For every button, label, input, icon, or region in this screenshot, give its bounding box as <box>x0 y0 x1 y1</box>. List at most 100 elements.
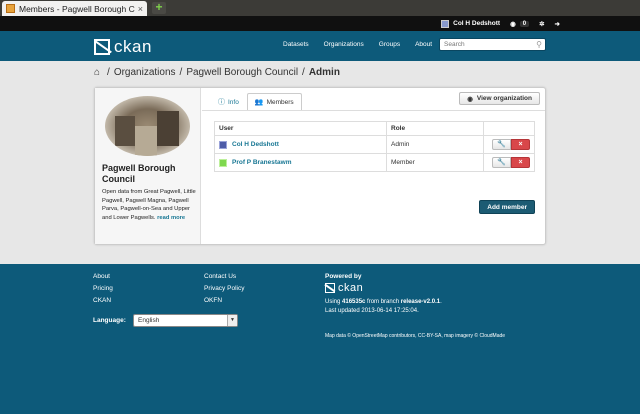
settings-link[interactable]: ✲ <box>539 20 544 28</box>
org-image[interactable] <box>105 96 190 156</box>
column-header-user: User <box>214 121 387 136</box>
search-icon[interactable]: ⚲ <box>536 40 542 49</box>
member-role: Member <box>386 153 484 172</box>
main-nav: Datasets Organizations Groups About <box>283 41 447 48</box>
main-content: ⌂ / Organizations / Pagwell Borough Coun… <box>0 61 640 264</box>
last-updated: Last updated 2013-06-14 17:25:04. <box>325 308 419 314</box>
org-sidebar: Pagwell Borough Council Open data from G… <box>95 88 201 244</box>
edit-member-button[interactable]: 🔧 <box>492 157 511 168</box>
members-section: ⓘ Info 👥 Members ◉ View organization Use… <box>202 88 545 244</box>
delete-member-button[interactable]: × <box>511 157 530 168</box>
language-label: Language: <box>93 317 126 324</box>
dashboard-count-badge: 0 <box>519 20 530 27</box>
avatar <box>219 158 227 167</box>
table-row: Prof P Branestawm Member 🔧 × <box>214 153 535 172</box>
account-user-link[interactable]: Col H Dedshott <box>441 19 501 28</box>
ckan-logo-icon <box>94 39 110 55</box>
language-selected-value: English <box>138 317 160 324</box>
page-tabs: ⓘ Info 👥 Members <box>210 93 302 110</box>
avatar <box>219 140 227 149</box>
member-actions-cell: 🔧 × <box>483 135 535 154</box>
member-user-link[interactable]: Prof P Branestawm <box>219 158 382 167</box>
member-user-link[interactable]: Col H Dedshott <box>219 140 382 149</box>
language-select[interactable]: English ▼ <box>133 314 238 327</box>
build-prefix: Using <box>325 299 341 305</box>
ckan-logo-text: ckan <box>114 37 152 56</box>
tab-info-label: Info <box>228 98 239 106</box>
build-middle: from branch <box>367 299 400 305</box>
column-header-role: Role <box>386 121 484 136</box>
powered-by-label: Powered by <box>325 273 362 280</box>
org-description: Open data from Great Pagwell, Little Pag… <box>102 188 197 222</box>
logout-link[interactable]: ➜ <box>555 20 560 28</box>
dashboard-link[interactable]: ◉ 0 <box>510 20 530 28</box>
logout-icon: ➜ <box>554 20 560 28</box>
breadcrumb-current[interactable]: Admin <box>309 67 340 78</box>
tabs-divider <box>202 110 545 111</box>
tab-members-label: Members <box>266 98 294 106</box>
nav-organizations[interactable]: Organizations <box>324 41 364 48</box>
org-image-building <box>115 116 135 146</box>
map-credit: Map data © OpenStreetMap contributors, C… <box>325 333 506 339</box>
tab-close-icon[interactable]: × <box>138 4 143 14</box>
build-hash: 416535c <box>342 299 366 305</box>
org-image-building <box>157 111 179 146</box>
breadcrumb-separator: / <box>107 67 110 78</box>
account-user-name: Col H Dedshott <box>453 20 501 27</box>
users-icon: 👥 <box>254 99 264 106</box>
ckan-logo[interactable]: ckan <box>94 37 152 57</box>
content-panel: Pagwell Borough Council Open data from G… <box>94 87 546 245</box>
table-header-row: User Role <box>214 121 535 136</box>
footer-link-okfn[interactable]: OKFN <box>204 297 244 304</box>
avatar <box>441 19 450 28</box>
nav-groups[interactable]: Groups <box>379 41 400 48</box>
org-image-road <box>135 126 157 156</box>
add-member-button[interactable]: Add member <box>479 200 535 214</box>
view-organization-button[interactable]: ◉ View organization <box>459 92 540 105</box>
breadcrumb: ⌂ / Organizations / Pagwell Borough Coun… <box>94 67 340 78</box>
member-user-cell: Col H Dedshott <box>214 135 387 154</box>
footer-links-col2: Contact Us Privacy Policy OKFN <box>204 273 244 309</box>
read-more-link[interactable]: read more <box>157 215 185 221</box>
footer-link-contact[interactable]: Contact Us <box>204 273 244 280</box>
member-actions-cell: 🔧 × <box>483 153 535 172</box>
home-icon[interactable]: ⌂ <box>94 67 100 78</box>
build-info: Using 416535c from branch release-v2.0.1… <box>325 298 442 316</box>
edit-member-button[interactable]: 🔧 <box>492 139 511 150</box>
tab-members[interactable]: 👥 Members <box>246 93 302 110</box>
new-tab-button[interactable]: + <box>152 1 166 14</box>
search-input[interactable] <box>440 39 530 50</box>
footer-link-about[interactable]: About <box>93 273 113 280</box>
nav-datasets[interactable]: Datasets <box>283 41 309 48</box>
build-suffix: . <box>440 299 442 305</box>
account-bar: Col H Dedshott ◉ 0 ✲ ➜ <box>0 16 640 31</box>
nav-about[interactable]: About <box>415 41 432 48</box>
org-title: Pagwell Borough Council <box>102 163 176 184</box>
breadcrumb-separator: / <box>302 67 305 78</box>
footer-link-ckan[interactable]: CKAN <box>93 297 113 304</box>
build-version: Using 416535c from branch release-v2.0.1… <box>325 298 442 307</box>
search-box: ⚲ <box>439 38 546 51</box>
delete-member-button[interactable]: × <box>511 139 530 150</box>
site-footer: About Pricing CKAN Contact Us Privacy Po… <box>0 264 640 414</box>
browser-tab[interactable]: Members - Pagwell Borough C... × <box>2 1 147 16</box>
breadcrumb-organizations[interactable]: Organizations <box>114 67 176 78</box>
masthead: ckan Datasets Organizations Groups About… <box>0 31 640 61</box>
gear-icon: ✲ <box>539 20 545 28</box>
footer-logo-text: ckan <box>338 282 364 294</box>
member-user-name: Col H Dedshott <box>232 141 279 148</box>
members-table: User Role Col H Dedshott Admin 🔧 × Prof … <box>214 121 535 172</box>
browser-tab-bar: Members - Pagwell Borough C... × + <box>0 0 640 16</box>
breadcrumb-org[interactable]: Pagwell Borough Council <box>186 67 298 78</box>
tab-info[interactable]: ⓘ Info <box>210 93 247 110</box>
table-row: Col H Dedshott Admin 🔧 × <box>214 135 535 154</box>
column-header-actions <box>483 121 535 136</box>
favicon-icon <box>6 4 15 13</box>
wrench-icon: 🔧 <box>497 159 506 166</box>
footer-link-privacy[interactable]: Privacy Policy <box>204 285 244 292</box>
footer-ckan-logo[interactable]: ckan <box>325 282 363 294</box>
member-actions: 🔧 × <box>488 139 530 150</box>
member-actions: 🔧 × <box>488 157 530 168</box>
footer-link-pricing[interactable]: Pricing <box>93 285 113 292</box>
wrench-icon: 🔧 <box>497 141 506 148</box>
